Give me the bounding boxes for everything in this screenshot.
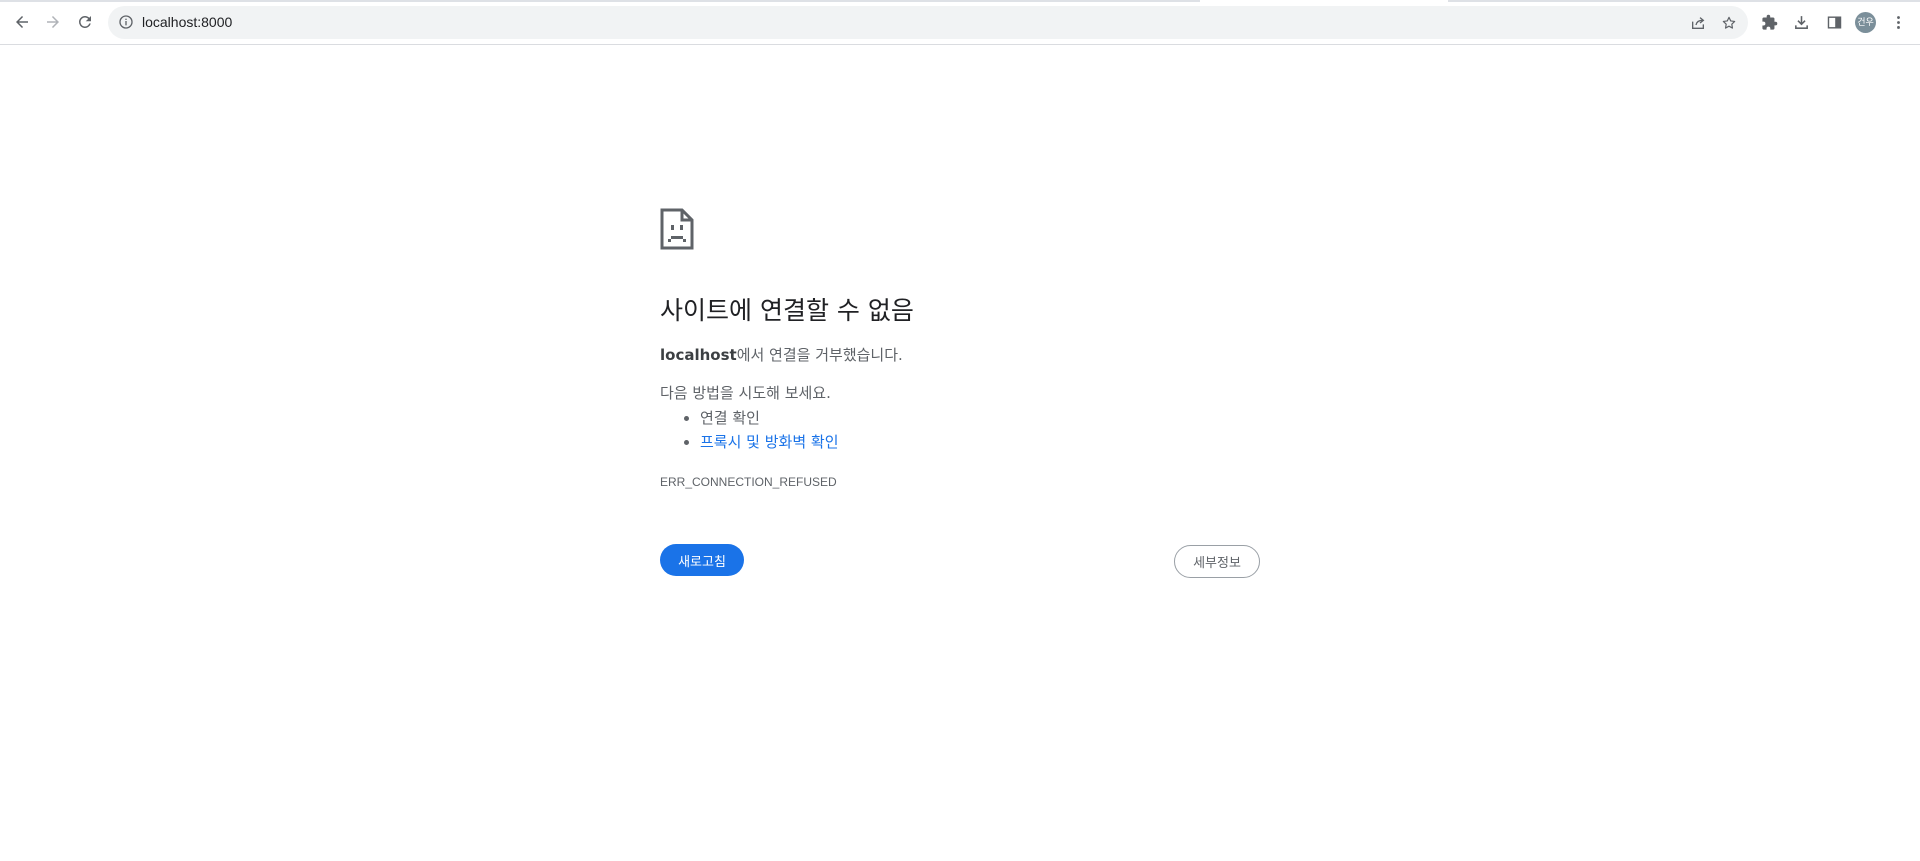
- sad-document-icon: [660, 208, 694, 250]
- reload-page-button[interactable]: 새로고침: [660, 544, 744, 576]
- suggestion-check-connection: 연결 확인: [700, 409, 760, 427]
- share-icon: [1692, 17, 1705, 29]
- side-panel-button[interactable]: [1822, 10, 1846, 34]
- back-arrow-icon: [16, 16, 28, 28]
- more-vertical-icon: [1896, 15, 1900, 29]
- address-bar[interactable]: localhost:8000: [108, 6, 1748, 39]
- suggestion-proxy-firewall-link[interactable]: 프록시 및 방화벽 확인: [700, 433, 839, 451]
- puzzle-icon: [1761, 14, 1777, 30]
- suggestions-heading: 다음 방법을 시도해 보세요.: [660, 384, 831, 402]
- forward-arrow-icon: [47, 16, 59, 28]
- reload-button[interactable]: [71, 8, 99, 36]
- side-panel-icon: [1827, 15, 1841, 29]
- menu-button[interactable]: [1886, 10, 1910, 34]
- details-button[interactable]: 세부정보: [1174, 545, 1260, 578]
- host-name: localhost: [660, 346, 737, 364]
- info-icon[interactable]: [118, 14, 134, 30]
- downloads-button[interactable]: [1789, 10, 1813, 34]
- share-button[interactable]: [1688, 13, 1708, 33]
- tab-strip-edge: [1448, 0, 1920, 2]
- error-title: 사이트에 연결할 수 없음: [660, 296, 914, 325]
- back-button[interactable]: [8, 8, 36, 36]
- suggestions-list: 연결 확인 프록시 및 방화벽 확인: [660, 406, 839, 454]
- list-item: 프록시 및 방화벽 확인: [700, 430, 839, 454]
- forward-button[interactable]: [39, 8, 67, 36]
- tab-strip-edge: [0, 0, 1200, 2]
- refused-text: 에서 연결을 거부했습니다.: [736, 346, 903, 364]
- url-text[interactable]: localhost:8000: [142, 13, 232, 31]
- browser-toolbar: localhost:8000 건우: [0, 0, 1920, 45]
- error-code: ERR_CONNECTION_REFUSED: [660, 475, 837, 489]
- bookmark-button[interactable]: [1719, 13, 1739, 33]
- error-description: localhost에서 연결을 거부했습니다.: [660, 345, 903, 365]
- extensions-button[interactable]: [1757, 10, 1781, 34]
- reload-icon: [78, 15, 91, 28]
- list-item: 연결 확인: [700, 406, 839, 430]
- download-icon: [1794, 15, 1808, 29]
- profile-avatar[interactable]: 건우: [1855, 12, 1876, 33]
- star-icon: [1722, 16, 1736, 29]
